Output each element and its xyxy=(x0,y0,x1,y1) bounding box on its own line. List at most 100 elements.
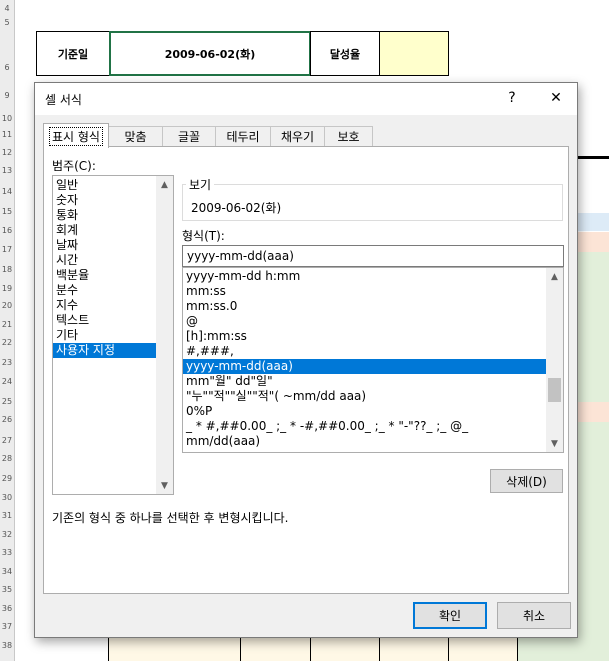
category-list-item[interactable]: 사용자 지정 xyxy=(53,343,156,358)
delete-button[interactable]: 삭제(D) xyxy=(490,469,563,493)
format-list-item[interactable]: mm"월" dd"일" xyxy=(183,374,546,389)
achievement-label-cell[interactable]: 달성율 xyxy=(310,31,380,76)
row-number[interactable]: 9 xyxy=(0,91,14,100)
scroll-down-icon[interactable]: ▼ xyxy=(156,477,173,494)
preview-value: 2009-06-02(화) xyxy=(191,201,282,215)
tab-protection[interactable]: 보호 xyxy=(324,126,373,146)
category-list-item[interactable]: 텍스트 xyxy=(53,313,156,328)
row-number[interactable]: 18 xyxy=(0,265,14,274)
category-list-item[interactable]: 지수 xyxy=(53,298,156,313)
format-list-item[interactable]: mm:ss xyxy=(183,284,546,299)
scroll-thumb[interactable] xyxy=(548,378,561,402)
row-number[interactable]: 25 xyxy=(0,397,14,406)
row-number[interactable]: 12 xyxy=(0,148,14,157)
tab-fill[interactable]: 채우기 xyxy=(270,126,325,146)
category-list-item[interactable]: 회계 xyxy=(53,223,156,238)
row-number[interactable]: 6 xyxy=(0,63,14,72)
format-list-item[interactable]: yyyy-mm-dd h:mm xyxy=(183,269,546,284)
green-fill-cell xyxy=(578,252,609,402)
peach-fill-cell xyxy=(578,232,609,252)
row-number[interactable]: 10 xyxy=(0,114,14,123)
row-number[interactable]: 4 xyxy=(0,4,14,13)
row-number[interactable]: 13 xyxy=(0,166,14,175)
row-number[interactable]: 35 xyxy=(0,585,14,594)
row-number[interactable]: 36 xyxy=(0,604,14,613)
format-list-item[interactable]: _ * #,##0.00_ ;_ * -#,##0.00_ ;_ * "-"??… xyxy=(183,419,546,434)
ok-button[interactable]: 확인 xyxy=(413,602,487,629)
category-list-item[interactable]: 날짜 xyxy=(53,238,156,253)
row-number[interactable]: 11 xyxy=(0,130,14,139)
format-list-item[interactable]: mm:ss.0 xyxy=(183,299,546,314)
blue-fill-cell xyxy=(578,213,609,231)
scroll-up-icon[interactable]: ▲ xyxy=(546,268,563,285)
format-list-item[interactable]: #,###, xyxy=(183,344,546,359)
close-button[interactable]: ✕ xyxy=(537,83,575,113)
row-number[interactable]: 24 xyxy=(0,377,14,386)
row-header: 4 5 6 9 10 11 12 13 14 15 16 17 18 19 20… xyxy=(0,0,15,661)
cancel-button[interactable]: 취소 xyxy=(497,602,571,629)
row-number[interactable]: 38 xyxy=(0,641,14,650)
format-list-item[interactable]: yyyy-mm-dd(aaa) xyxy=(183,359,546,374)
row-number[interactable]: 5 xyxy=(0,18,14,27)
category-list-item[interactable]: 숫자 xyxy=(53,193,156,208)
row-number[interactable]: 34 xyxy=(0,567,14,576)
row-number[interactable]: 26 xyxy=(0,415,14,424)
row-number[interactable]: 29 xyxy=(0,474,14,483)
row-number[interactable]: 28 xyxy=(0,454,14,463)
tab-border[interactable]: 테두리 xyxy=(215,126,271,146)
achievement-value-cell[interactable] xyxy=(379,31,449,76)
category-list-item[interactable]: 시간 xyxy=(53,253,156,268)
tab-number[interactable]: 표시 형식 xyxy=(43,123,109,148)
sheet-border-line xyxy=(108,638,109,661)
category-scrollbar[interactable]: ▲ ▼ xyxy=(156,176,173,494)
row-number[interactable]: 20 xyxy=(0,301,14,310)
row-number[interactable]: 21 xyxy=(0,320,14,329)
help-button[interactable]: ? xyxy=(493,83,531,113)
help-icon: ? xyxy=(508,90,516,106)
row-number[interactable]: 30 xyxy=(0,493,14,502)
dialog-titlebar[interactable]: 셀 서식 ? ✕ xyxy=(35,83,577,115)
format-list-item[interactable]: 0%P xyxy=(183,404,546,419)
format-type-input[interactable]: yyyy-mm-dd(aaa) xyxy=(182,245,564,267)
delete-button-label: 삭제(D) xyxy=(506,474,547,489)
category-list-item[interactable]: 일반 xyxy=(53,178,156,193)
row-number[interactable]: 15 xyxy=(0,207,14,216)
tab-fill-label: 채우기 xyxy=(280,130,315,144)
dialog-title: 셀 서식 xyxy=(45,93,82,107)
base-date-value-cell[interactable]: 2009-06-02(화) xyxy=(109,31,311,76)
row-number[interactable]: 16 xyxy=(0,226,14,235)
scroll-down-icon[interactable]: ▼ xyxy=(546,435,563,452)
scroll-up-icon[interactable]: ▲ xyxy=(156,176,173,193)
row-number[interactable]: 37 xyxy=(0,622,14,631)
tab-protection-label: 보호 xyxy=(337,130,360,144)
format-list[interactable]: yyyy-mm-dd h:mm mm:ss mm:ss.0 @ [h]:mm:ss #,#… xyxy=(182,267,564,453)
category-list[interactable]: 일반 숫자 통화 회계 날짜 시간 백분율 분수 지수 텍스트 기타 사용자 지정 ▲ ▼ xyxy=(52,175,174,495)
base-date-label: 기준일 xyxy=(57,47,89,61)
achievement-label: 달성율 xyxy=(329,47,361,61)
format-list-item[interactable]: @ xyxy=(183,314,546,329)
category-list-item[interactable]: 분수 xyxy=(53,283,156,298)
category-list-item[interactable]: 백분율 xyxy=(53,268,156,283)
row-number[interactable]: 22 xyxy=(0,338,14,347)
format-scrollbar[interactable]: ▲ ▼ xyxy=(546,268,563,452)
row-number[interactable]: 23 xyxy=(0,358,14,367)
category-list-item[interactable]: 기타 xyxy=(53,328,156,343)
row-number[interactable]: 33 xyxy=(0,548,14,557)
format-list-item[interactable]: "누""적""실""적"( ~mm/dd aaa) xyxy=(183,389,546,404)
sheet-border-line xyxy=(240,638,241,661)
row-number[interactable]: 14 xyxy=(0,187,14,196)
format-list-item[interactable]: mm/dd(aaa) xyxy=(183,434,546,449)
base-date-label-cell[interactable]: 기준일 xyxy=(36,31,110,76)
row-number[interactable]: 17 xyxy=(0,245,14,254)
sheet-border-line xyxy=(310,638,311,661)
sheet-border-line xyxy=(578,156,609,159)
category-list-item[interactable]: 통화 xyxy=(53,208,156,223)
row-number[interactable]: 32 xyxy=(0,530,14,539)
tab-font[interactable]: 글꼴 xyxy=(162,126,216,146)
row-number[interactable]: 27 xyxy=(0,436,14,445)
tab-number-label: 표시 형식 xyxy=(49,126,103,146)
row-number[interactable]: 19 xyxy=(0,284,14,293)
row-number[interactable]: 31 xyxy=(0,511,14,520)
format-list-item[interactable]: [h]:mm:ss xyxy=(183,329,546,344)
tab-alignment[interactable]: 맞춤 xyxy=(108,126,163,146)
